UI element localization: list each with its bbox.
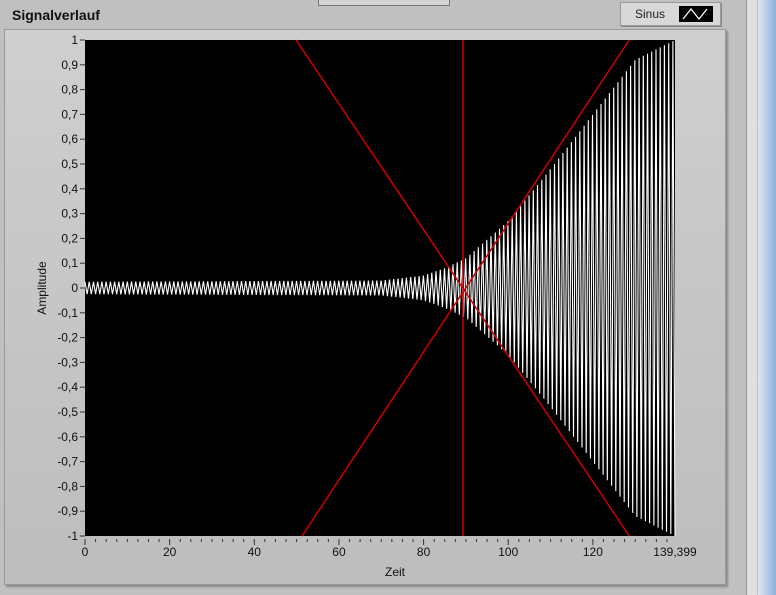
x-tick-label: 20 — [163, 545, 177, 559]
y-tick-label: -0,6 — [57, 430, 78, 444]
y-tick-label: 1 — [71, 33, 78, 47]
x-tick-label: 40 — [248, 545, 262, 559]
y-tick-label: 0,7 — [61, 107, 78, 121]
y-tick-label: -0,3 — [57, 355, 78, 369]
x-tick-label: 100 — [498, 545, 518, 559]
x-tick-label: 139,399 — [653, 545, 697, 559]
y-tick-label: -0,1 — [57, 306, 78, 320]
y-tick-label: 0,4 — [61, 182, 78, 196]
x-tick-label: 80 — [417, 545, 431, 559]
y-axis-label: Amplitude — [35, 261, 49, 315]
y-tick-label: -0,8 — [57, 479, 78, 493]
y-tick-label: 0,5 — [61, 157, 78, 171]
x-tick-label: 60 — [332, 545, 346, 559]
waveform-chart: 1 0,9 0,8 0,7 0,6 0,5 0,4 0,3 0,2 0,1 0 -0,1 -0,2 -0,… — [35, 33, 697, 579]
x-axis-label: Zeit — [385, 565, 406, 579]
x-tick-label: 120 — [583, 545, 603, 559]
y-tick-label: -0,9 — [57, 504, 78, 518]
y-tick-label: 0,1 — [61, 256, 78, 270]
x-tick-label: 0 — [82, 545, 89, 559]
y-tick-label: -0,2 — [57, 331, 78, 345]
y-tick-label: -0,5 — [57, 405, 78, 419]
y-tick-label: -1 — [67, 529, 78, 543]
y-tick-label: -0,7 — [57, 455, 78, 469]
y-tick-label: 0,9 — [61, 58, 78, 72]
y-tick-label: 0,2 — [61, 231, 78, 245]
y-tick-label: 0,3 — [61, 207, 78, 221]
y-tick-label: 0 — [71, 281, 78, 295]
y-tick-label: 0,6 — [61, 132, 78, 146]
y-tick-label: -0,4 — [57, 380, 78, 394]
y-tick-label: 0,8 — [61, 83, 78, 97]
